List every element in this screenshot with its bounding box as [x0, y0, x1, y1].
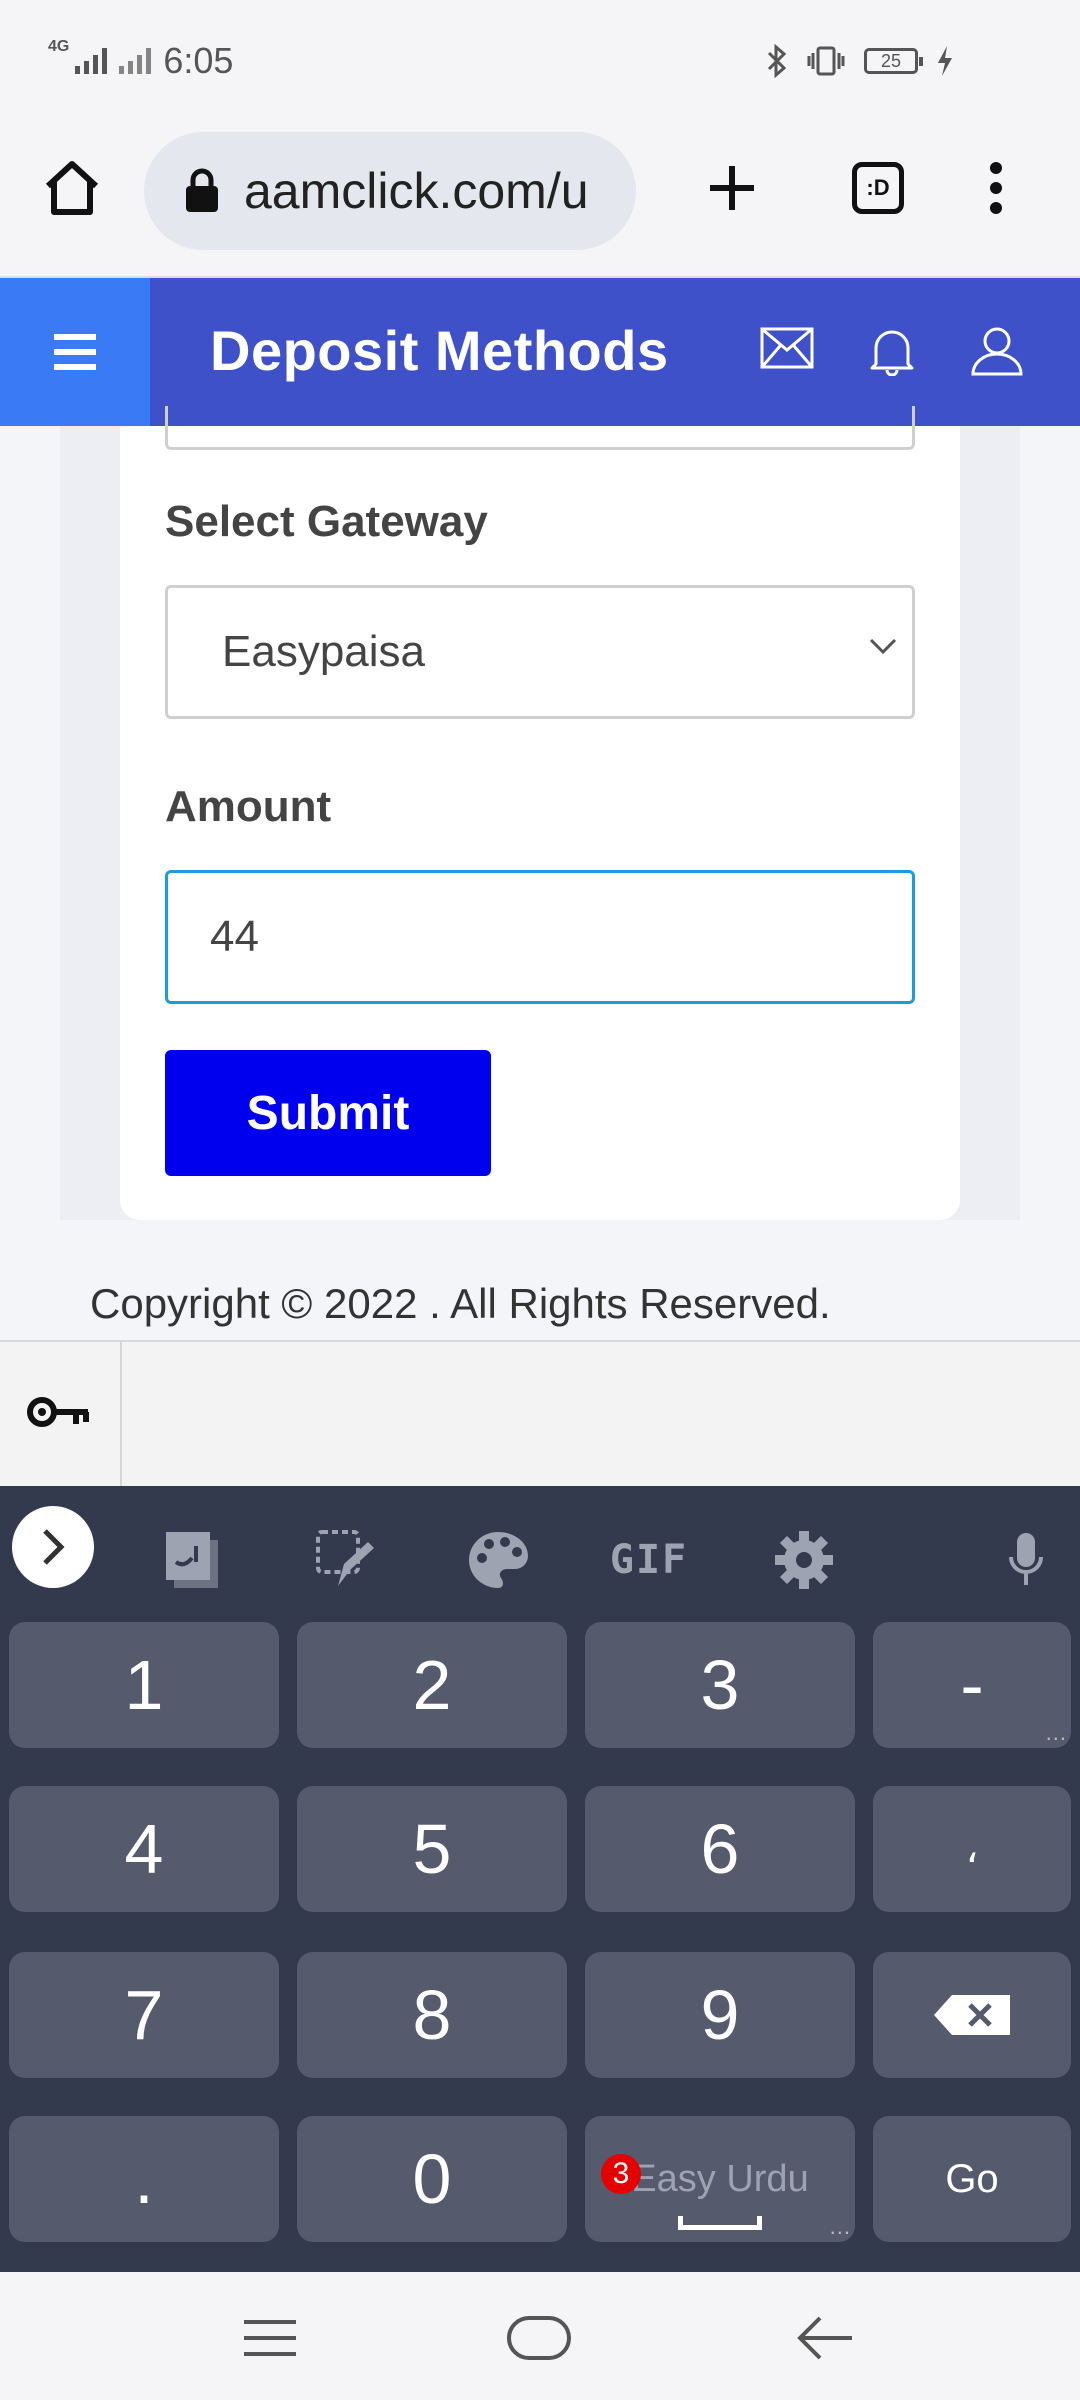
signal-strength-icon	[75, 48, 108, 74]
key-urdu-comma[interactable]: ،	[873, 1786, 1071, 1912]
key-6[interactable]: 6	[585, 1786, 855, 1912]
status-right: 25	[766, 44, 954, 78]
key-more-indicator: ...	[1045, 1720, 1067, 1745]
key-more-indicator: ...	[829, 2214, 851, 2239]
key-4[interactable]: 4	[9, 1786, 279, 1912]
profile-button[interactable]	[970, 326, 1024, 381]
key-7[interactable]: 7	[9, 1952, 279, 2078]
amount-label: Amount	[165, 782, 332, 831]
menu-icon-line	[54, 364, 96, 370]
messages-button[interactable]	[760, 326, 814, 375]
url-text: aamclick.com/u	[244, 163, 589, 219]
home-icon	[45, 161, 99, 215]
home-nav-button[interactable]	[506, 2312, 572, 2364]
new-tab-button[interactable]	[700, 156, 764, 220]
status-bar: 4G 6:05 25	[0, 0, 1080, 126]
browser-menu-button[interactable]	[980, 156, 1012, 220]
tab-count: :D	[852, 162, 904, 214]
app-header: Deposit Methods	[0, 278, 1080, 426]
gateway-label: Select Gateway	[165, 497, 488, 546]
autofill-bar	[0, 1340, 1080, 1488]
urdu-clipboard-button[interactable]	[160, 1514, 224, 1606]
battery-level: 25	[880, 50, 902, 71]
gif-label: GIF	[609, 1537, 689, 1583]
urdu-sticker-icon	[166, 1532, 218, 1588]
space-key[interactable]: 3 Easy Urdu ...	[585, 2116, 855, 2242]
back-button[interactable]	[796, 2312, 854, 2364]
menu-icon-line	[54, 349, 96, 355]
recent-apps-button[interactable]	[242, 2312, 298, 2364]
tab-switcher-button[interactable]: :D	[846, 156, 910, 220]
handwriting-icon	[316, 1530, 374, 1586]
go-key[interactable]: Go	[873, 2116, 1071, 2242]
passwords-button[interactable]	[26, 1392, 92, 1437]
amount-value: 44	[210, 912, 259, 961]
space-badge: 3	[601, 2154, 641, 2194]
user-icon	[971, 327, 1023, 376]
plus-icon	[710, 166, 754, 210]
key-period[interactable]: .	[9, 2116, 279, 2242]
key-minus[interactable]: - ...	[873, 1622, 1071, 1748]
key-2[interactable]: 2	[297, 1622, 567, 1748]
key-icon	[27, 1397, 89, 1427]
chevron-down-icon	[869, 638, 897, 655]
key-0[interactable]: 0	[297, 2116, 567, 2242]
backspace-icon	[934, 1995, 1010, 2035]
home-pill-icon	[507, 2316, 571, 2360]
network-type: 4G	[48, 38, 70, 55]
chevron-right-icon	[43, 1529, 65, 1565]
home-button[interactable]	[40, 156, 104, 220]
browser-toolbar: aamclick.com/u :D	[0, 126, 1080, 278]
notifications-button[interactable]	[868, 326, 916, 381]
gear-icon	[775, 1531, 833, 1589]
back-arrow-icon	[797, 2316, 852, 2360]
space-bar-icon	[678, 2216, 762, 2230]
space-key-label: Easy Urdu	[631, 2157, 809, 2200]
voice-input-button[interactable]	[1004, 1514, 1048, 1606]
menu-button[interactable]	[0, 278, 150, 426]
gateway-selected-value: Easypaisa	[222, 627, 426, 676]
amount-input[interactable]: 44	[165, 870, 915, 1004]
address-bar[interactable]: aamclick.com/u	[144, 132, 636, 250]
handwriting-button[interactable]	[312, 1514, 376, 1606]
palette-icon	[469, 1532, 528, 1588]
page-title: Deposit Methods	[210, 319, 669, 382]
key-3[interactable]: 3	[585, 1622, 855, 1748]
autofill-divider	[120, 1342, 122, 1488]
keyboard-settings-button[interactable]	[772, 1514, 836, 1606]
bell-icon	[870, 330, 914, 377]
keyboard-collapse-button[interactable]	[12, 1506, 94, 1588]
menu-icon	[54, 334, 96, 340]
key-9[interactable]: 9	[585, 1952, 855, 2078]
system-nav-bar	[0, 2272, 1080, 2400]
microphone-icon	[1009, 1533, 1043, 1585]
signal-strength-2-icon	[119, 48, 152, 74]
gif-button[interactable]: GIF	[604, 1514, 694, 1606]
gateway-select[interactable]: Easypaisa	[165, 585, 915, 719]
mail-icon	[760, 327, 814, 369]
themes-button[interactable]	[466, 1514, 530, 1606]
key-1[interactable]: 1	[9, 1622, 279, 1748]
battery-icon: 25	[864, 48, 923, 74]
charging-icon	[938, 46, 952, 76]
keyboard: GIF 1 2 3 - ... 4 5 6 ، 7 8 9 . 0 3 Easy…	[0, 1486, 1080, 2272]
previous-input-field[interactable]	[165, 406, 915, 450]
copyright-text: Copyright © 2022 . All Rights Reserved.	[90, 1280, 831, 1327]
key-minus-label: -	[960, 1646, 984, 1724]
key-8[interactable]: 8	[297, 1952, 567, 2078]
bluetooth-icon	[767, 44, 787, 78]
lock-icon	[186, 168, 218, 212]
vibrate-icon	[807, 46, 845, 76]
backspace-key[interactable]	[873, 1952, 1071, 2078]
key-5[interactable]: 5	[297, 1786, 567, 1912]
more-vert-icon	[990, 162, 1002, 214]
submit-button[interactable]: Submit	[165, 1050, 491, 1176]
clock: 6:05	[163, 40, 234, 81]
status-left: 4G 6:05	[48, 38, 234, 82]
menu-lines-icon	[244, 2320, 296, 2356]
